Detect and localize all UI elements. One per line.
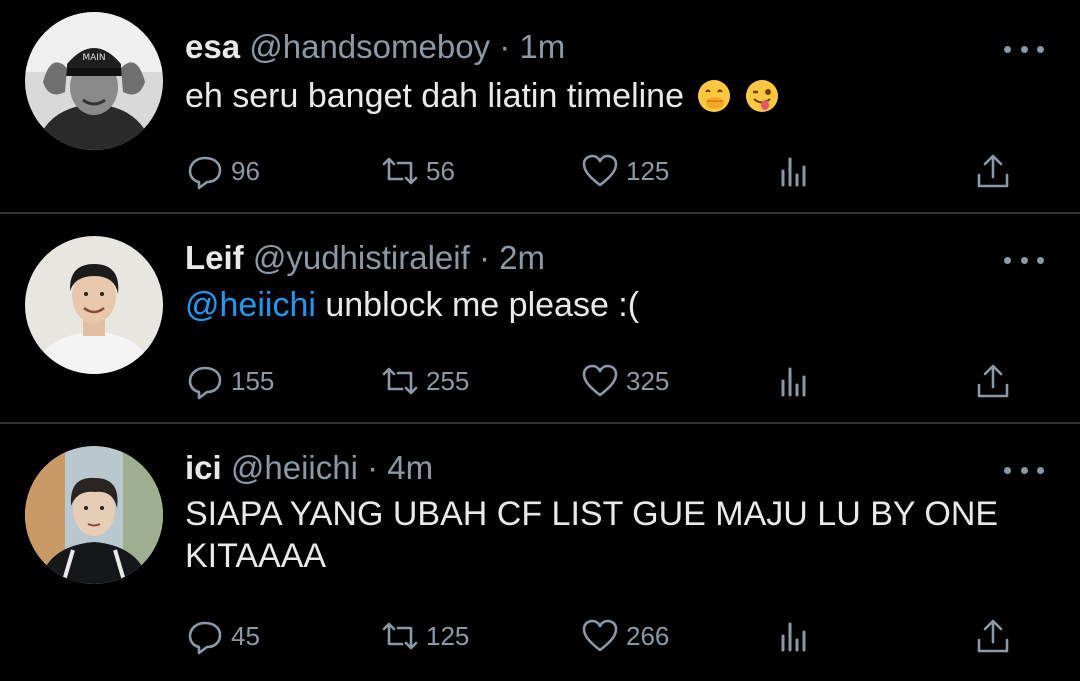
tweet-text: eh seru banget dah liatin timeline [185,75,1045,117]
retweet-count: 255 [426,365,470,396]
reply-icon [188,366,222,400]
like-count: 125 [626,155,670,186]
user-handle[interactable]: @yudhistiraleif [253,239,470,276]
retweet-button[interactable]: 125 [380,616,469,656]
heart-icon [582,364,618,397]
timestamp[interactable]: 2m [499,239,545,276]
separator-dot: · [367,449,379,486]
reply-count: 155 [231,365,275,396]
mention-link[interactable]: @heiichi [185,286,316,324]
tweet[interactable]: MAIN esa @handsomeboy · 1m eh seru bange… [0,0,1080,212]
heart-icon [582,154,618,187]
analytics-button[interactable] [775,151,815,191]
heart-icon [582,619,618,652]
reply-button[interactable]: 96 [185,151,260,191]
share-icon [977,154,1009,188]
tweet-text-content: unblock me please :( [315,286,640,324]
retweet-button[interactable]: 255 [380,361,469,401]
more-options-icon[interactable] [1004,250,1044,270]
analytics-icon [781,367,806,397]
tweet[interactable]: Leif @yudhistiraleif · 2m @heiichi unblo… [0,214,1080,422]
more-options-icon[interactable] [1004,39,1044,59]
tweet-header: ici @heiichi · 4m [185,448,433,488]
retweet-count: 56 [426,155,455,186]
analytics-icon [781,622,806,652]
reply-icon [188,621,222,655]
tweet[interactable]: ici @heiichi · 4m SIAPA YANG UBAH CF LIS… [0,424,1080,681]
like-button[interactable]: 266 [580,616,669,656]
display-name[interactable]: Leif [185,239,244,276]
like-button[interactable]: 325 [580,361,669,401]
share-button[interactable] [973,361,1013,401]
tweet-actions: 155 255 325 [185,361,1035,401]
avatar[interactable] [25,236,163,374]
reply-count: 45 [231,620,260,651]
share-button[interactable] [973,616,1013,656]
timestamp[interactable]: 1m [519,28,565,65]
tweet-text: SIAPA YANG UBAH CF LIST GUE MAJU LU BY O… [185,493,1045,577]
reply-button[interactable]: 45 [185,616,260,656]
avatar[interactable] [25,446,163,584]
retweet-count: 125 [426,620,470,651]
like-count: 325 [626,365,670,396]
face-with-hand-over-mouth-icon [697,79,731,113]
separator-dot: · [478,239,490,276]
display-name[interactable]: ici [185,449,222,486]
reply-icon [188,156,222,190]
analytics-icon [781,157,806,187]
display-name[interactable]: esa [185,28,240,65]
share-icon [977,619,1009,653]
retweet-button[interactable]: 56 [380,151,455,191]
retweet-icon [382,622,418,650]
tweet-text-content: eh seru banget dah liatin timeline [185,77,684,115]
timeline: MAIN esa @handsomeboy · 1m eh seru bange… [0,0,1080,681]
tweet-text-content: SIAPA YANG UBAH CF LIST GUE MAJU LU BY O… [185,495,999,575]
tweet-actions: 96 56 125 [185,151,1035,191]
winking-face-with-tongue-icon [745,79,779,113]
timestamp[interactable]: 4m [387,449,433,486]
tweet-text: @heiichi unblock me please :( [185,284,1045,326]
retweet-icon [382,367,418,395]
avatar[interactable]: MAIN [25,12,163,150]
analytics-button[interactable] [775,616,815,656]
separator-dot: · [499,28,511,65]
share-icon [977,364,1009,398]
reply-count: 96 [231,155,260,186]
tweet-header: Leif @yudhistiraleif · 2m [185,238,545,278]
svg-text:MAIN: MAIN [82,53,105,63]
retweet-icon [382,157,418,185]
tweet-header: esa @handsomeboy · 1m [185,27,565,67]
more-options-icon[interactable] [1004,460,1044,480]
like-count: 266 [626,620,670,651]
share-button[interactable] [973,151,1013,191]
user-handle[interactable]: @heiichi [231,449,358,486]
analytics-button[interactable] [775,361,815,401]
user-handle[interactable]: @handsomeboy [249,28,490,65]
tweet-actions: 45 125 266 [185,616,1035,656]
reply-button[interactable]: 155 [185,361,274,401]
like-button[interactable]: 125 [580,151,669,191]
